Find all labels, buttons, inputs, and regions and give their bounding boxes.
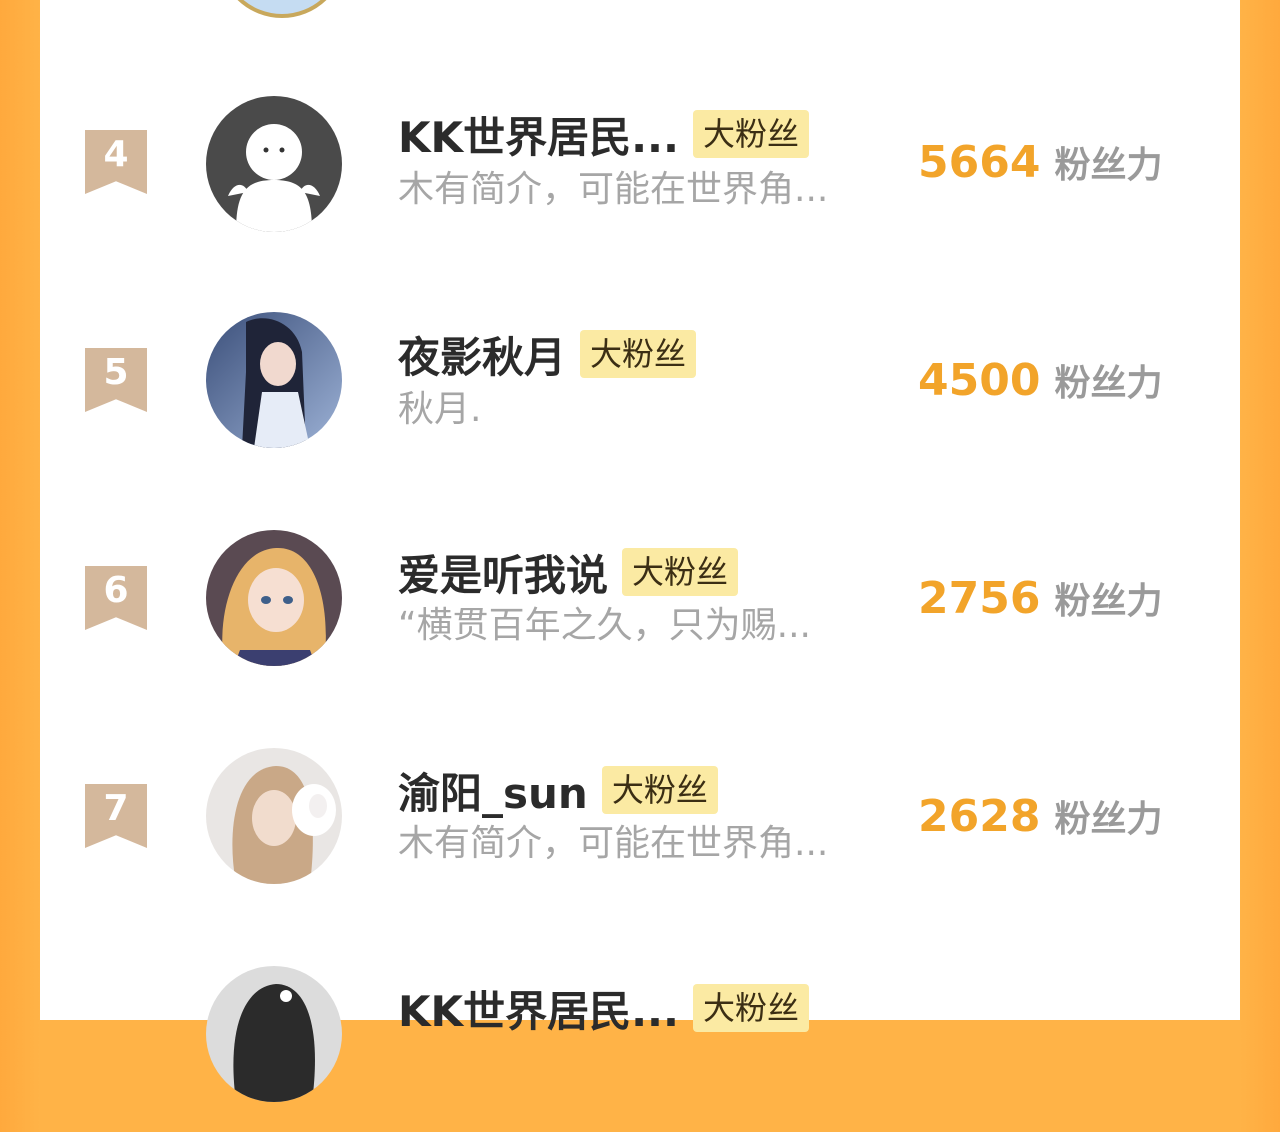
fan-score: 5664 粉丝力 [918,132,1162,192]
list-item[interactable]: 5 夜影秋月 大粉丝 秋月. 4500 粉丝力 [0,308,1280,478]
user-name-line: 爱是听我说 大粉丝 [398,542,739,603]
user-description: 木有简介，可能在世界角... [398,823,829,864]
user-description: 木有简介，可能在世界角... [398,169,829,210]
fan-score-unit: 粉丝力 [1054,799,1163,840]
list-item[interactable]: 6 爱是听我说 大粉丝 “横贯百年之久，只为赐... 2756 粉丝力 [0,526,1280,696]
user-description: “横贯百年之久，只为赐... [398,605,811,646]
rank-tag: 4 [85,130,147,194]
anime-avatar-icon[interactable] [206,530,342,666]
user-name-line: KK世界居民... 大粉丝 [398,980,809,1036]
fan-badge: 大粉丝 [692,984,809,1032]
user-name-line: 渝阳_sun 大粉丝 [398,762,718,818]
fan-score-value: 5664 [918,136,1041,188]
fan-score: 2756 粉丝力 [918,568,1162,628]
anime-avatar-icon[interactable] [206,312,342,448]
default-avatar-icon[interactable] [206,96,342,232]
fan-score-unit: 粉丝力 [1054,363,1163,404]
fan-score-unit: 粉丝力 [1054,145,1163,186]
fan-badge: 大粉丝 [692,110,809,158]
list-item[interactable]: 4 KK世界居民... 大粉丝 木有简介，可能在世界角... 5664 粉丝力 [0,90,1280,260]
fan-badge: 大粉丝 [601,766,718,814]
user-name[interactable]: 夜影秋月 [398,324,566,385]
list-item[interactable]: 7 渝阳_sun 大粉丝 木有简介，可能在世界角... 2628 粉丝力 [0,744,1280,914]
fan-score-value: 2756 [918,572,1041,624]
photo-avatar-icon[interactable] [206,966,342,1102]
user-description: 秋月. [398,389,482,430]
fan-score-unit: 粉丝力 [1054,581,1163,622]
user-name[interactable]: 渝阳_sun [398,760,588,821]
rank-tag: 7 [85,784,147,848]
user-name[interactable]: KK世界居民... [398,978,679,1039]
user-name-line: KK世界居民... 大粉丝 [398,106,809,162]
photo-avatar-icon[interactable] [206,748,342,884]
fan-score-value: 4500 [918,354,1041,406]
rank-tag: 5 [85,348,147,412]
user-name-line: 夜影秋月 大粉丝 [398,324,697,385]
fan-badge: 大粉丝 [622,548,739,596]
rank-tag: 6 [85,566,147,630]
fan-score-value: 2628 [918,790,1041,842]
fan-badge: 大粉丝 [580,330,697,378]
user-name[interactable]: KK世界居民... [398,104,679,165]
fan-score: 2628 粉丝力 [918,786,1162,846]
list-item[interactable]: KK世界居民... 大粉丝 [0,962,1280,1132]
user-name[interactable]: 爱是听我说 [398,542,608,603]
fan-score: 4500 粉丝力 [918,350,1162,410]
